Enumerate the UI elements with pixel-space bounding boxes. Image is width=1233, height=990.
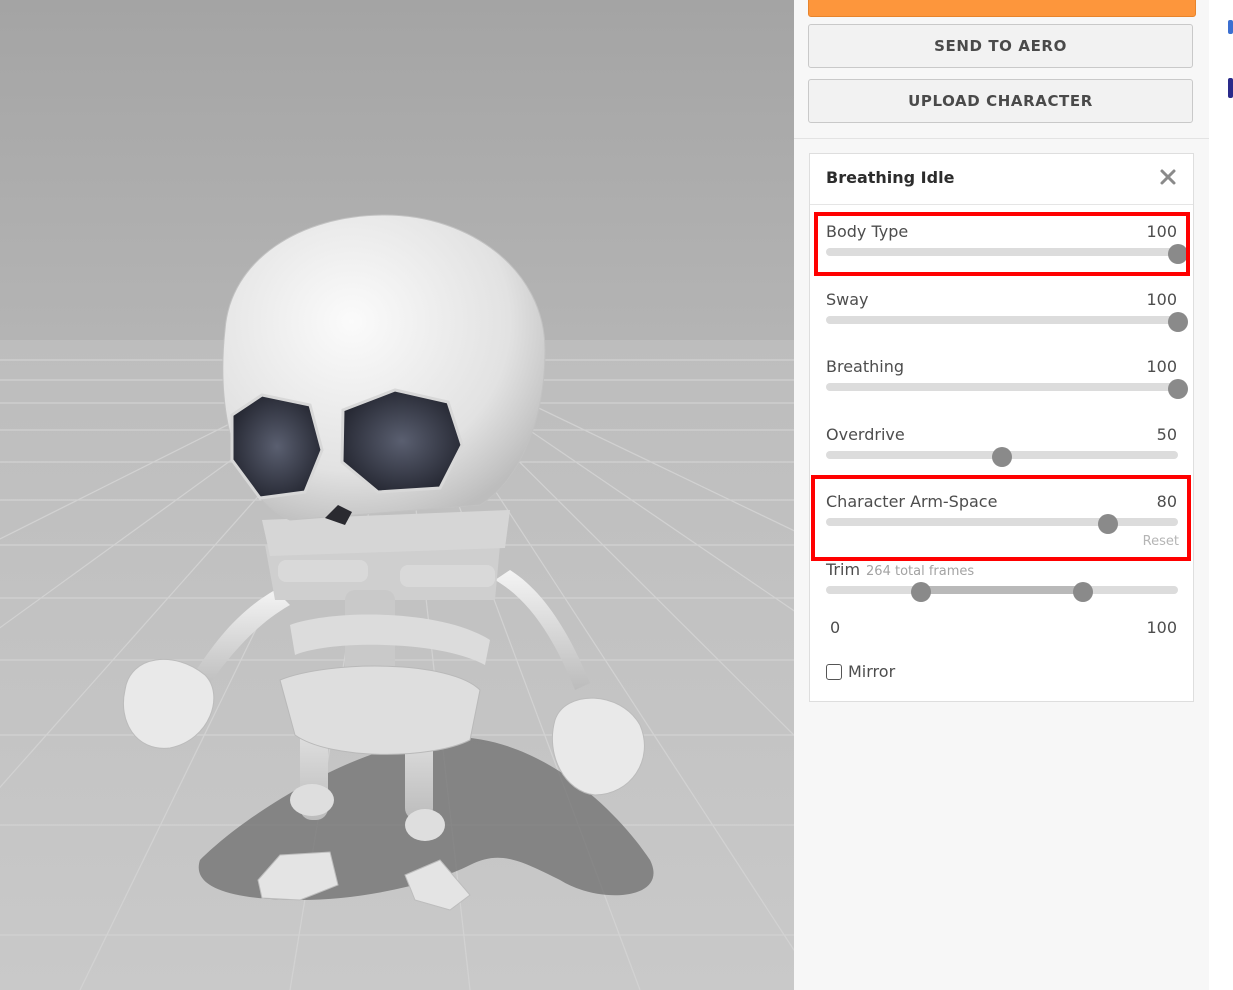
divider <box>794 138 1209 139</box>
slider-value: 50 <box>1156 425 1177 444</box>
mirror-option[interactable]: Mirror <box>826 662 895 681</box>
slider-thumb[interactable] <box>1168 379 1188 399</box>
slider-label: Breathing <box>826 357 905 376</box>
trim-max-value: 100 <box>1146 618 1177 637</box>
slider-label: Character Arm-Space <box>826 492 998 511</box>
animation-panel: SEND TO AERO UPLOAD CHARACTER Breathing … <box>794 0 1210 990</box>
slider-thumb[interactable] <box>1097 514 1118 534</box>
slider-label: Body Type <box>826 222 909 241</box>
slider-track[interactable] <box>826 316 1178 324</box>
send-to-aero-button[interactable]: SEND TO AERO <box>808 24 1193 68</box>
slider-value: 100 <box>1146 290 1177 309</box>
total-frames: 264 total frames <box>866 564 975 579</box>
slider-value: 100 <box>1146 357 1177 376</box>
trim-label-group: Trim 264 total frames <box>826 560 974 579</box>
animation-title: Breathing Idle <box>826 168 955 187</box>
slider-thumb[interactable] <box>1168 244 1188 264</box>
download-button[interactable] <box>808 0 1196 17</box>
slider-track[interactable] <box>826 383 1178 391</box>
slider-label: Overdrive <box>826 425 905 444</box>
trim-range: Trim 264 total frames <box>810 560 1195 620</box>
right-edge-strip <box>1209 0 1233 990</box>
edge-mark <box>1228 78 1233 98</box>
trim-min-value: 0 <box>830 618 841 637</box>
mirror-checkbox[interactable] <box>826 663 842 680</box>
card-header: Breathing Idle <box>810 154 1193 205</box>
mirror-label: Mirror <box>848 662 896 681</box>
trim-label: Trim <box>826 560 861 579</box>
slider-track[interactable] <box>826 248 1178 256</box>
animation-settings-card: Breathing Idle Body Type 100 Sway 100 Br… <box>809 153 1194 702</box>
scene-canvas[interactable] <box>0 0 794 990</box>
reset-link[interactable]: Reset <box>1143 534 1179 549</box>
close-icon[interactable] <box>1157 166 1179 188</box>
slider-overdrive: Overdrive 50 <box>810 425 1195 485</box>
slider-value: 100 <box>1146 222 1177 241</box>
trim-end-thumb[interactable] <box>1072 582 1093 602</box>
viewport-3d[interactable] <box>0 0 794 990</box>
trim-start-thumb[interactable] <box>911 582 932 602</box>
slider-value: 80 <box>1156 492 1177 511</box>
trim-values: 0 100 <box>810 618 1195 640</box>
slider-thumb[interactable] <box>992 447 1012 467</box>
edge-mark <box>1228 20 1233 34</box>
slider-track[interactable] <box>826 518 1178 526</box>
upload-character-button[interactable]: UPLOAD CHARACTER <box>808 79 1193 123</box>
slider-thumb[interactable] <box>1168 312 1188 332</box>
slider-sway: Sway 100 <box>810 290 1195 350</box>
slider-body-type: Body Type 100 <box>810 222 1195 282</box>
slider-label: Sway <box>826 290 869 309</box>
trim-selected-range <box>921 586 1083 594</box>
slider-character-arm-space: Character Arm-Space 80 Reset <box>810 492 1195 552</box>
slider-breathing: Breathing 100 <box>810 357 1195 417</box>
